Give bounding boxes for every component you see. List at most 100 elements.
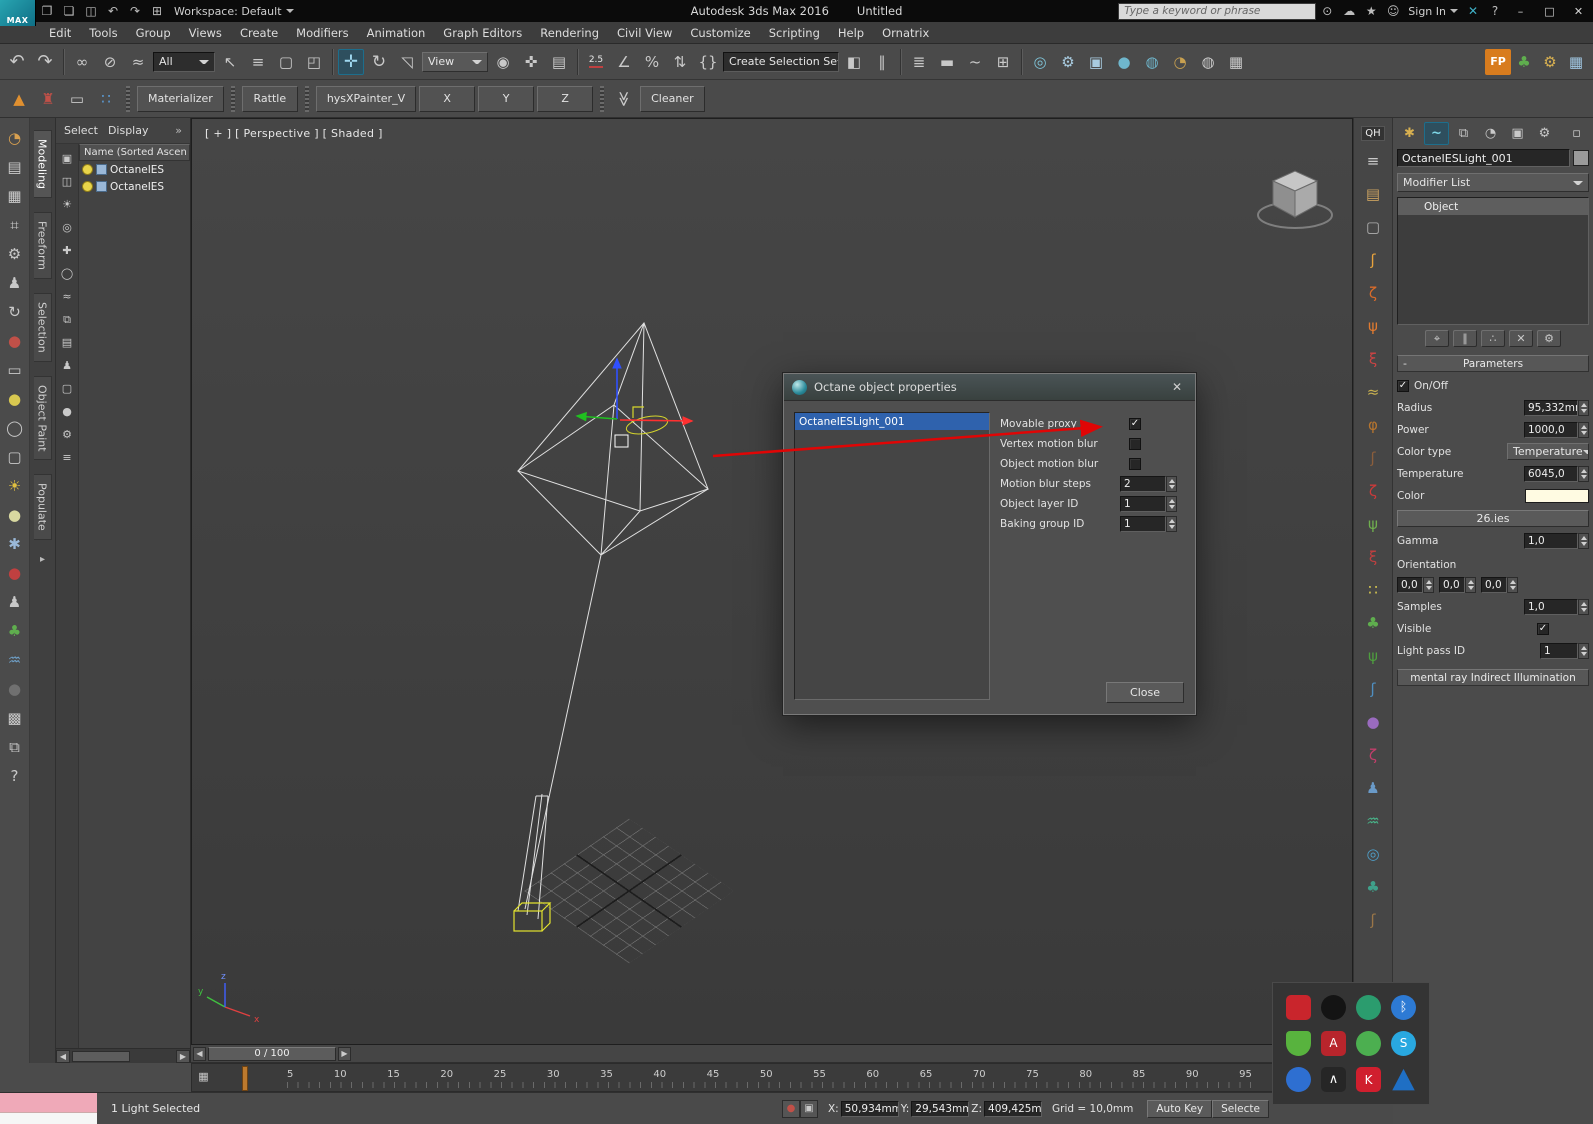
tray-blue-icon[interactable] — [1286, 1067, 1311, 1093]
select-by-name-icon[interactable] — [245, 49, 271, 75]
tray-app2-icon[interactable] — [1356, 994, 1381, 1020]
community-icon[interactable] — [1338, 1, 1360, 21]
power-spin-arrows[interactable] — [1578, 421, 1589, 438]
minimize-button[interactable]: – — [1506, 1, 1535, 21]
gamma-spinner[interactable]: 1,0 — [1524, 532, 1589, 549]
walk-tool-icon[interactable] — [3, 592, 27, 612]
scroll-thumb[interactable] — [72, 1050, 130, 1062]
viewport-label[interactable]: [ + ] [ Perspective ] [ Shaded ] — [205, 127, 383, 140]
coordinate-system-dropdown[interactable]: View — [422, 51, 488, 72]
se-lights-icon[interactable] — [59, 196, 76, 213]
tray-pdf-icon[interactable] — [1286, 994, 1311, 1020]
save-file-icon[interactable] — [80, 1, 102, 21]
new-scene-icon[interactable] — [36, 1, 58, 21]
people-tool-icon[interactable] — [3, 273, 27, 293]
orientation-x-spinner[interactable]: 0,0 — [1397, 577, 1434, 593]
transform-gizmo[interactable] — [575, 357, 694, 426]
ies-light-wireframe[interactable] — [516, 322, 709, 920]
radius-spin-arrows[interactable] — [1578, 399, 1589, 416]
stack-item-object[interactable]: Object — [1398, 198, 1588, 215]
light-pass-arrows[interactable] — [1578, 642, 1589, 659]
motion-blur-steps-value[interactable]: 2 — [1120, 476, 1166, 492]
selection-filter-dropdown[interactable]: All — [153, 51, 215, 72]
orientation-y-arrows[interactable] — [1465, 577, 1476, 593]
se-geometry-icon[interactable] — [59, 173, 76, 190]
menu-graph-editors[interactable]: Graph Editors — [434, 22, 531, 43]
rattle-button[interactable]: Rattle — [241, 85, 298, 112]
maxscript-mini-listener[interactable] — [0, 1092, 97, 1124]
radius-spinner[interactable]: 95,332mm — [1524, 399, 1589, 416]
ox-swirl-icon[interactable] — [1360, 676, 1386, 702]
samples-spinner[interactable]: 1,0 — [1524, 598, 1589, 615]
se-row-light1[interactable]: OctaneIES — [79, 161, 190, 178]
menu-civil-view[interactable]: Civil View — [608, 22, 681, 43]
forestpack-icon[interactable]: FP — [1485, 48, 1511, 75]
render-elements-icon[interactable] — [1223, 49, 1249, 75]
render-production-icon[interactable] — [1111, 49, 1137, 75]
object-name-field[interactable] — [1397, 149, 1570, 167]
motion-blur-steps-spinner[interactable]: 2 — [1120, 476, 1177, 492]
color-type-dropdown[interactable]: Temperature — [1507, 443, 1589, 460]
plugin-ruler-icon[interactable] — [64, 86, 90, 112]
project-folder-icon[interactable] — [146, 1, 168, 21]
named-selection-dropdown[interactable]: Create Selection Se — [723, 51, 839, 72]
move-tool-icon[interactable] — [338, 48, 364, 75]
object-motion-blur-checkbox[interactable] — [1129, 458, 1141, 470]
sun-tool-icon[interactable] — [3, 476, 27, 496]
object-layer-id-spinner[interactable]: 1 — [1120, 496, 1177, 512]
hammer-tool-icon[interactable] — [3, 244, 27, 264]
grid-plugin-icon[interactable] — [1563, 49, 1589, 75]
qh-button[interactable]: QH — [1361, 126, 1385, 141]
z-button[interactable]: Z — [537, 85, 594, 112]
orientation-x-value[interactable]: 0,0 — [1397, 577, 1423, 593]
se-bones-icon[interactable] — [59, 357, 76, 374]
region-select-icon[interactable] — [273, 49, 299, 75]
redo-big-icon[interactable] — [32, 49, 58, 75]
track-bar[interactable]: 5 10 15 20 25 30 35 40 45 50 55 60 65 70… — [191, 1063, 1353, 1092]
ox-zigzag-icon[interactable] — [1360, 478, 1386, 504]
dialog-close-icon[interactable]: ✕ — [1167, 378, 1187, 396]
se-settings-icon[interactable] — [59, 426, 76, 443]
make-unique-icon[interactable] — [1481, 330, 1505, 347]
onoff-checkbox[interactable] — [1397, 379, 1409, 392]
ribbon-tab-populate[interactable]: Populate — [33, 474, 52, 541]
light-pass-value[interactable]: 1 — [1540, 642, 1578, 659]
x-button[interactable]: X — [419, 85, 476, 112]
se-spacewarps-icon[interactable] — [59, 288, 76, 305]
pin-stack-icon[interactable] — [1425, 330, 1449, 347]
se-helpers-icon[interactable] — [59, 242, 76, 259]
ox-box-icon[interactable] — [1360, 214, 1386, 240]
ox-ribbon-icon[interactable] — [1360, 346, 1386, 372]
tab-hierarchy-icon[interactable] — [1451, 122, 1476, 145]
redo-icon[interactable] — [124, 1, 146, 21]
select-object-icon[interactable] — [217, 49, 243, 75]
ribbon-tab-object-paint[interactable]: Object Paint — [33, 375, 52, 461]
image-tool-icon[interactable] — [3, 157, 27, 177]
samples-spin-arrows[interactable] — [1578, 598, 1589, 615]
physxpainter-button[interactable]: hysXPainter_V — [315, 85, 417, 112]
cleaner-button[interactable]: Cleaner — [640, 85, 705, 112]
modifier-list-dropdown[interactable]: Modifier List — [1397, 173, 1589, 192]
tray-autodesk-icon[interactable] — [1321, 1030, 1346, 1056]
activeshade-icon[interactable] — [1167, 49, 1193, 75]
sphere-dark-icon[interactable] — [3, 679, 27, 699]
ribbon-tab-selection[interactable]: Selection — [33, 293, 52, 362]
mini-curve-editor-icon[interactable] — [195, 1068, 212, 1085]
ox-wave-icon[interactable] — [1360, 379, 1386, 405]
motion-blur-steps-arrows[interactable] — [1166, 476, 1177, 492]
z-coord-field[interactable]: 409,425mm — [984, 1100, 1043, 1117]
teapot-tool-icon[interactable] — [3, 331, 27, 351]
sphere2-tool-icon[interactable] — [3, 505, 27, 525]
ox-sprout-icon[interactable] — [1360, 511, 1386, 537]
baking-group-id-spinner[interactable]: 1 — [1120, 516, 1177, 532]
gamma-value[interactable]: 1,0 — [1524, 532, 1578, 549]
materializer-button[interactable]: Materializer — [137, 85, 224, 112]
rect-tool-icon[interactable] — [3, 360, 27, 380]
dialog-titlebar[interactable]: Octane object properties ✕ — [784, 374, 1195, 401]
time-slider-handle[interactable]: 0 / 100 — [208, 1046, 336, 1061]
ox-fern-icon[interactable] — [1360, 643, 1386, 669]
se-menu-display[interactable]: Display — [108, 124, 149, 137]
spinner-snap-icon[interactable] — [667, 49, 693, 75]
search-input[interactable] — [1118, 2, 1317, 20]
ox-figure-icon[interactable] — [1360, 775, 1386, 801]
